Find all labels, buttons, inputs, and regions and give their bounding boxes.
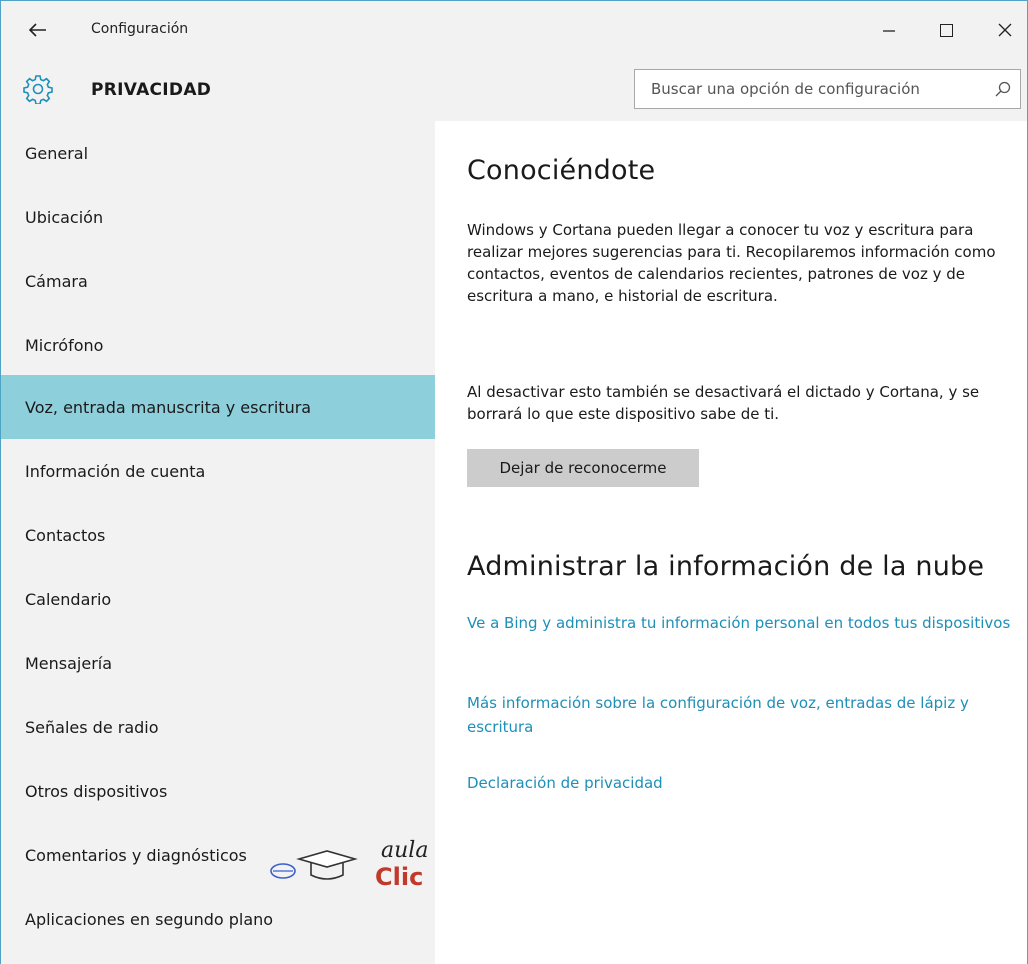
settings-window: Configuración PRIVACIDAD Gener [0,0,1028,964]
search-icon[interactable] [994,80,1012,98]
sidebar-item-label: General [25,143,89,163]
sidebar-item-label: Ubicación [25,207,104,227]
sidebar-item-label: Aplicaciones en segundo plano [25,909,274,929]
sidebar-item-label: Mensajería [25,653,113,673]
sidebar-item-label: Comentarios y diagnósticos [25,845,247,865]
page-header: PRIVACIDAD [1,59,1027,121]
logo-aula-text: aula [381,838,428,863]
stop-knowing-me-button[interactable]: Dejar de reconocerme [467,449,699,487]
gear-icon [23,75,53,104]
close-button[interactable] [985,15,1025,45]
sidebar-item-label: Calendario [25,589,112,609]
page-title: PRIVACIDAD [91,80,212,100]
sidebar-item-segundo-plano[interactable]: Aplicaciones en segundo plano [1,887,435,951]
minimize-icon [883,30,895,32]
sidebar-item-label: Señales de radio [25,717,159,737]
sidebar-item-otros-dispositivos[interactable]: Otros dispositivos [1,759,435,823]
logo-clic-text: Clic [375,863,423,889]
sidebar-item-camara[interactable]: Cámara [1,249,435,313]
warning-paragraph: Al desactivar esto también se desactivar… [467,383,980,423]
main-content: Conociéndote Windows y Cortana pueden ll… [435,121,1027,964]
sidebar-item-radio[interactable]: Señales de radio [1,695,435,759]
bing-link[interactable]: Ve a Bing y administra tu información pe… [467,611,1012,635]
search-input[interactable] [635,70,985,108]
sidebar-item-cuenta[interactable]: Información de cuenta [1,439,435,503]
back-button[interactable] [23,15,53,45]
search-box[interactable] [634,69,1021,109]
sidebar-item-label: Información de cuenta [25,461,206,481]
sidebar-item-ubicacion[interactable]: Ubicación [1,185,435,249]
section-title-conociendote: Conociéndote [467,155,656,186]
sidebar-item-voz[interactable]: Voz, entrada manuscrita y escritura [1,375,435,439]
window-title: Configuración [91,21,189,37]
close-icon [998,23,1012,37]
sidebar-item-mensajeria[interactable]: Mensajería [1,631,435,695]
privacy-statement-link[interactable]: Declaración de privacidad [467,771,1012,795]
more-info-link[interactable]: Más información sobre la configuración d… [467,691,1012,739]
sidebar-item-calendario[interactable]: Calendario [1,567,435,631]
maximize-icon [939,23,953,37]
description-paragraph: Windows y Cortana pueden llegar a conoce… [467,221,996,305]
sidebar-item-label: Otros dispositivos [25,781,168,801]
sidebar-item-general[interactable]: General [1,121,435,185]
back-arrow-icon [29,23,46,37]
sidebar-item-label: Cámara [25,271,88,291]
sidebar-item-label: Voz, entrada manuscrita y escritura [25,397,312,417]
minimize-button[interactable] [869,15,909,45]
sidebar-item-label: Micrófono [25,335,104,355]
title-bar: Configuración [1,1,1027,59]
aulaclic-logo: aula Clic [270,838,428,889]
sidebar-item-microfono[interactable]: Micrófono [1,313,435,377]
maximize-button[interactable] [926,15,966,45]
sidebar-item-contactos[interactable]: Contactos [1,503,435,567]
section-title-cloud: Administrar la información de la nube [467,551,985,582]
sidebar-item-label: Contactos [25,525,106,545]
